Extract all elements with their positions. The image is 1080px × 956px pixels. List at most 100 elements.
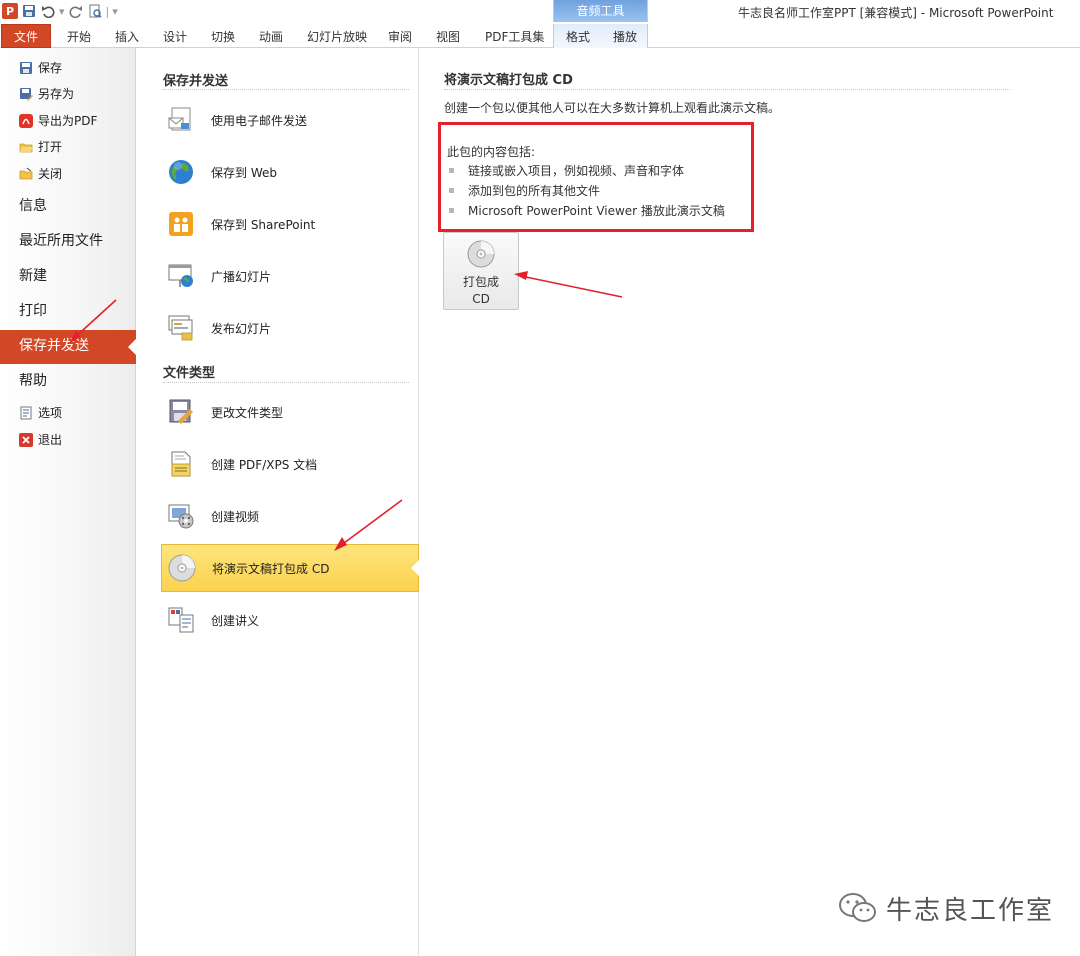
tab-format[interactable]: 格式 (566, 27, 590, 47)
package-contents-item-text: 链接或嵌入项目，例如视频、声音和字体 (468, 164, 685, 178)
section-divider (163, 382, 409, 383)
nav-open[interactable]: 打开 (19, 136, 62, 158)
nav-save-and-send[interactable]: 保存并发送 (19, 332, 89, 360)
save-icon[interactable] (21, 3, 37, 19)
option-change-file-type-label: 更改文件类型 (211, 405, 284, 420)
exit-icon (19, 433, 33, 447)
change-file-type-icon (165, 396, 197, 428)
nav-options[interactable]: 选项 (19, 402, 62, 424)
email-icon (165, 104, 197, 136)
nav-save-as-label: 另存为 (38, 87, 75, 101)
selected-option-notch (411, 560, 419, 576)
tab-view[interactable]: 视图 (436, 27, 460, 47)
options-icon (19, 406, 33, 420)
package-for-cd-button[interactable]: 打包成 CD (443, 232, 519, 310)
option-broadcast-slideshow-label: 广播幻灯片 (211, 269, 272, 284)
nav-print[interactable]: 打印 (19, 297, 47, 325)
detail-description: 创建一个包以便其他人可以在大多数计算机上观看此演示文稿。 (444, 101, 781, 115)
create-video-icon (165, 500, 197, 532)
bullet-icon (449, 208, 454, 213)
bullet-icon (449, 188, 454, 193)
nav-save-label: 保存 (38, 61, 63, 75)
backstage-nav: 保存 另存为 导出为PDF 打开 关闭 信息 最近所用文件 新建 打印 保存并发… (0, 48, 137, 956)
package-contents-highlight-box: 此包的内容包括: 链接或嵌入项目，例如视频、声音和字体 添加到包的所有其他文件 … (438, 122, 754, 232)
option-send-email[interactable]: 使用电子邮件发送 (161, 96, 419, 144)
customize-icon[interactable]: ▾ (112, 5, 118, 18)
option-package-for-cd[interactable]: 将演示文稿打包成 CD (161, 544, 419, 592)
nav-close[interactable]: 关闭 (19, 163, 62, 185)
globe-icon (165, 156, 197, 188)
tab-file[interactable]: 文件 (1, 24, 51, 48)
package-contents-label: 此包的内容包括: (447, 145, 536, 159)
tab-transitions[interactable]: 切换 (211, 27, 235, 47)
option-change-file-type[interactable]: 更改文件类型 (161, 388, 419, 436)
section-divider (163, 89, 409, 90)
section-heading-save-send: 保存并发送 (163, 74, 229, 89)
section-heading-file-types: 文件类型 (163, 366, 216, 381)
redo-icon[interactable] (68, 3, 84, 19)
nav-export-pdf[interactable]: 导出为PDF (19, 110, 97, 132)
tab-insert[interactable]: 插入 (115, 27, 139, 47)
option-save-to-web[interactable]: 保存到 Web (161, 148, 419, 196)
nav-recent[interactable]: 最近所用文件 (19, 227, 103, 255)
package-contents-item-text: Microsoft PowerPoint Viewer 播放此演示文稿 (468, 204, 725, 218)
option-create-pdf-xps[interactable]: 创建 PDF/XPS 文档 (161, 440, 419, 488)
quick-access-toolbar: P ▾ | ▾ (2, 2, 118, 20)
detail-title: 将演示文稿打包成 CD (444, 73, 573, 88)
save-as-icon (19, 87, 33, 101)
undo-dropdown-icon[interactable]: ▾ (59, 5, 65, 18)
ribbon-tab-bar: 文件 开始 插入 设计 切换 动画 幻灯片放映 审阅 视图 PDF工具集 格式 … (0, 24, 1080, 48)
nav-exit[interactable]: 退出 (19, 429, 62, 451)
undo-icon[interactable] (40, 3, 56, 19)
separator: | (105, 4, 110, 18)
package-for-cd-button-label: 打包成 CD (462, 275, 499, 306)
tab-pdf-tools[interactable]: PDF工具集 (485, 27, 544, 47)
watermark-text: 牛志良工作室 (886, 895, 1055, 926)
handouts-icon (165, 604, 197, 636)
tab-review[interactable]: 审阅 (388, 27, 412, 47)
nav-new[interactable]: 新建 (19, 262, 47, 290)
pdf-icon (19, 114, 33, 128)
tab-animations[interactable]: 动画 (259, 27, 283, 47)
option-publish-slides[interactable]: 发布幻灯片 (161, 304, 419, 352)
option-create-pdf-xps-label: 创建 PDF/XPS 文档 (211, 457, 318, 472)
open-folder-icon (19, 140, 33, 154)
package-contents-item: 添加到包的所有其他文件 (447, 182, 600, 199)
nav-options-label: 选项 (38, 406, 63, 420)
option-create-handouts-label: 创建讲义 (211, 613, 260, 628)
option-broadcast-slideshow[interactable]: 广播幻灯片 (161, 252, 419, 300)
nav-selected-notch (128, 338, 137, 356)
pdf-xps-document-icon (165, 448, 197, 480)
publish-slides-icon (165, 312, 197, 344)
option-save-to-sharepoint-label: 保存到 SharePoint (211, 217, 316, 232)
tab-slideshow[interactable]: 幻灯片放映 (307, 27, 367, 47)
save-send-options-panel: 保存并发送 使用电子邮件发送 保存到 Web 保存到 SharePoint 广播… (137, 48, 419, 956)
option-create-handouts[interactable]: 创建讲义 (161, 596, 419, 644)
option-create-video-label: 创建视频 (211, 509, 260, 524)
tab-playback[interactable]: 播放 (613, 27, 637, 47)
nav-save-as[interactable]: 另存为 (19, 83, 74, 105)
nav-save[interactable]: 保存 (19, 57, 62, 79)
nav-info[interactable]: 信息 (19, 192, 47, 220)
package-contents-item: 链接或嵌入项目，例如视频、声音和字体 (447, 162, 684, 179)
option-package-for-cd-label: 将演示文稿打包成 CD (212, 561, 330, 576)
nav-open-label: 打开 (38, 140, 63, 154)
detail-divider (444, 89, 1010, 90)
save-icon (19, 61, 33, 75)
powerpoint-app-icon[interactable]: P (2, 3, 18, 19)
tab-home[interactable]: 开始 (67, 27, 91, 47)
cd-icon (467, 240, 495, 268)
option-save-to-web-label: 保存到 Web (211, 165, 277, 180)
window-title: 牛志良名师工作室PPT [兼容模式] - Microsoft PowerPoin… (738, 6, 1054, 20)
tab-design[interactable]: 设计 (163, 27, 187, 47)
watermark: 牛志良工作室 (838, 888, 1054, 928)
title-bar: P ▾ | ▾ 音频工具 牛志良名师工作室PPT [兼容模式] - Micros… (0, 0, 1080, 24)
cd-icon (166, 552, 198, 584)
nav-help[interactable]: 帮助 (19, 367, 47, 395)
bullet-icon (449, 168, 454, 173)
package-for-cd-detail-panel: 将演示文稿打包成 CD 创建一个包以便其他人可以在大多数计算机上观看此演示文稿。… (420, 48, 1080, 956)
print-preview-icon[interactable] (87, 3, 103, 19)
option-send-email-label: 使用电子邮件发送 (211, 113, 308, 128)
option-create-video[interactable]: 创建视频 (161, 492, 419, 540)
option-save-to-sharepoint[interactable]: 保存到 SharePoint (161, 200, 419, 248)
